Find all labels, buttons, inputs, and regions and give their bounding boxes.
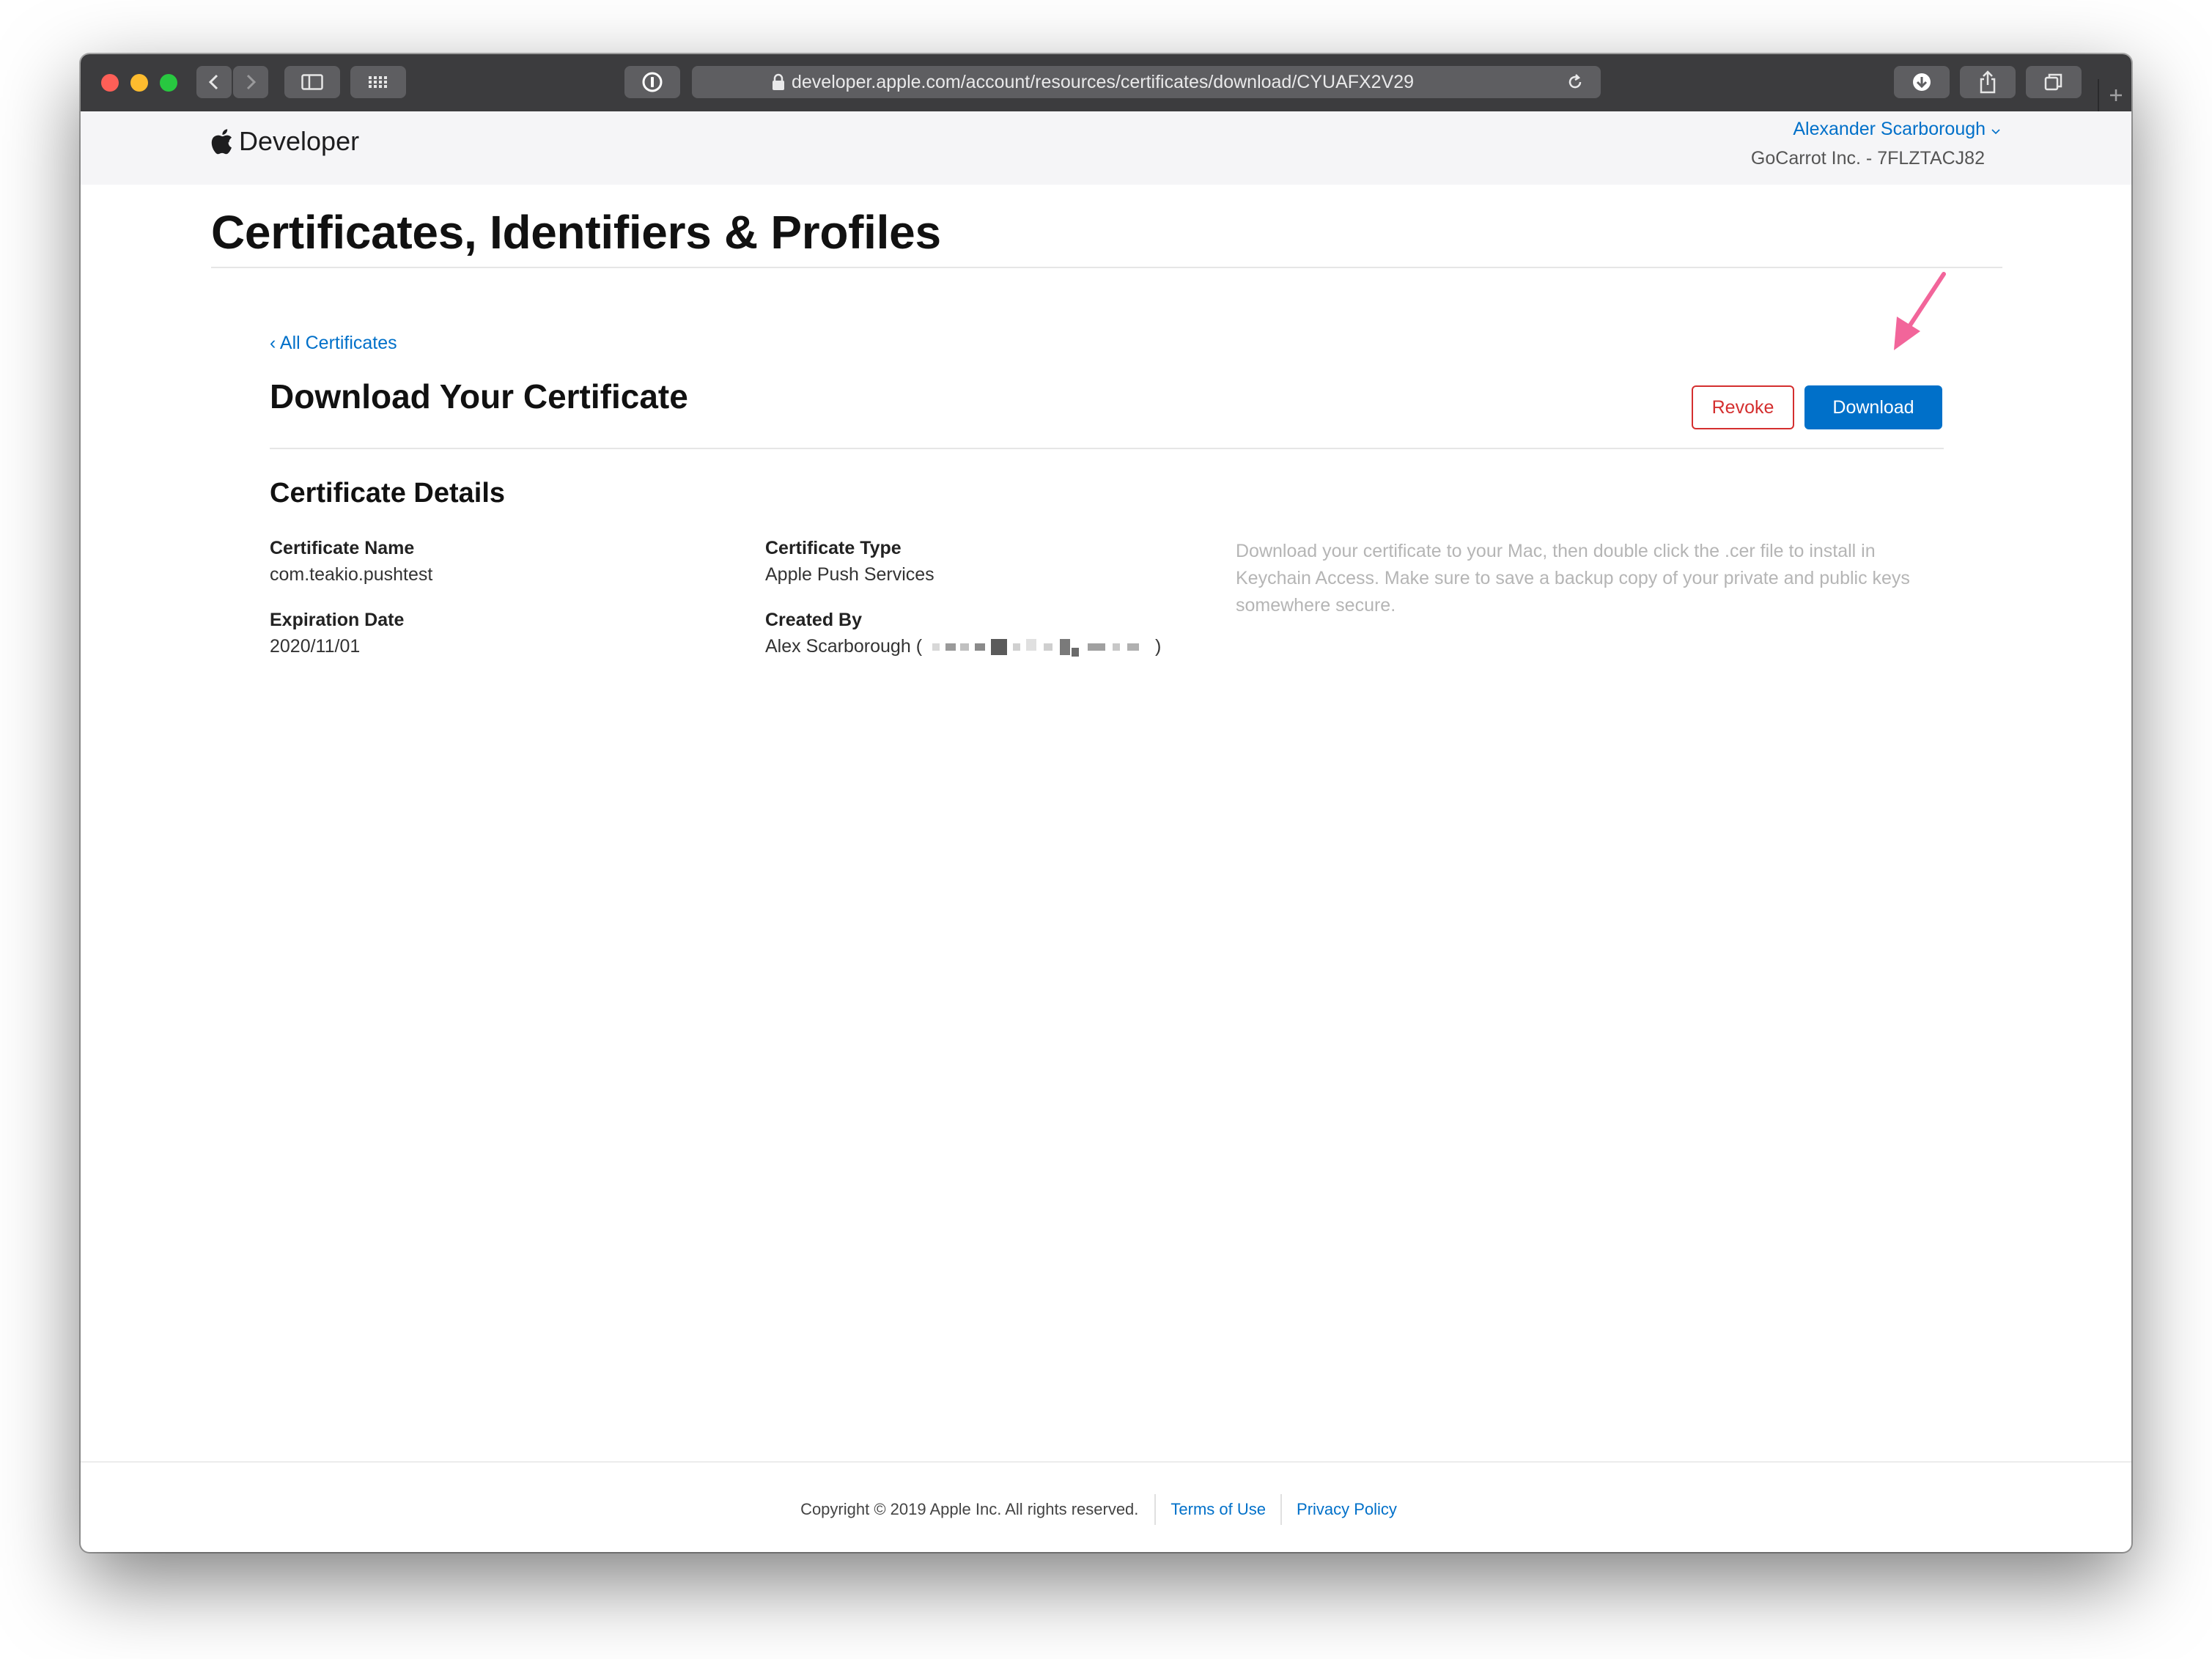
chevron-down-icon	[1991, 129, 2000, 135]
certificate-type-label: Certificate Type	[765, 538, 902, 558]
revoke-button[interactable]: Revoke	[1692, 385, 1794, 429]
lock-icon	[773, 73, 784, 90]
section-title: Download Your Certificate	[270, 377, 688, 415]
expiration-date-label: Expiration Date	[270, 610, 405, 630]
plus-icon	[2110, 89, 2122, 101]
tabs-overview-button[interactable]	[2026, 66, 2082, 98]
team-name: GoCarrot Inc. - 7FLZTACJ82	[1750, 148, 1985, 169]
forward-button[interactable]	[233, 66, 268, 98]
account-name: Alexander Scarborough	[1793, 119, 1986, 139]
annotation-arrow	[1894, 272, 1946, 350]
footer: Copyright © 2019 Apple Inc. All rights r…	[81, 1494, 2131, 1525]
download-button[interactable]: Download	[1804, 385, 1942, 429]
footer-divider	[81, 1461, 2131, 1463]
redacted-email	[925, 639, 1152, 657]
download-icon	[1913, 73, 1931, 91]
divider	[270, 448, 1944, 449]
certificate-name-label: Certificate Name	[270, 538, 415, 558]
browser-toolbar: developer.apple.com/account/resources/ce…	[81, 54, 2131, 113]
share-icon	[1980, 70, 1996, 94]
zoom-window-button[interactable]	[160, 74, 177, 92]
created-by-name: Alex Scarborough	[765, 636, 911, 657]
copyright: Copyright © 2019 Apple Inc. All rights r…	[800, 1500, 1139, 1518]
download-instructions: Download your certificate to your Mac, t…	[1236, 541, 1910, 616]
tabs-icon	[2044, 73, 2062, 91]
paren-open: (	[915, 636, 923, 657]
details-title: Certificate Details	[270, 478, 506, 509]
new-tab-button[interactable]	[2098, 79, 2131, 111]
password-button[interactable]	[624, 66, 680, 98]
grid-icon	[369, 76, 387, 88]
chevron-right-icon	[246, 74, 257, 90]
site-header: Developer Alexander Scarborough GoCarrot…	[81, 111, 2131, 185]
paren-close: )	[1155, 636, 1162, 657]
apple-logo-icon	[211, 129, 232, 155]
address-bar[interactable]: developer.apple.com/account/resources/ce…	[692, 66, 1601, 98]
divider	[211, 267, 2002, 268]
chevron-left-icon	[208, 74, 218, 90]
privacy-policy-link[interactable]: Privacy Policy	[1282, 1500, 1412, 1519]
certificate-type-value: Apple Push Services	[765, 564, 934, 585]
created-by-label: Created By	[765, 610, 862, 630]
browser-window: developer.apple.com/account/resources/ce…	[81, 54, 2131, 1552]
reload-icon[interactable]	[1566, 73, 1585, 92]
all-certificates-link[interactable]: ‹ All Certificates	[270, 333, 397, 354]
back-button[interactable]	[196, 66, 232, 98]
share-button[interactable]	[1960, 66, 2016, 98]
top-sites-button[interactable]	[350, 66, 406, 98]
password-key-icon	[642, 72, 663, 92]
certificate-name-value: com.teakio.pushtest	[270, 564, 433, 585]
created-by-value: Alex Scarborough ( )	[765, 636, 1161, 657]
developer-logo[interactable]: Developer	[211, 126, 359, 157]
logo-text: Developer	[239, 126, 360, 156]
terms-of-use-link[interactable]: Terms of Use	[1156, 1500, 1280, 1519]
sidebar-button[interactable]	[284, 66, 340, 98]
sidebar-icon	[301, 74, 323, 90]
url-text: developer.apple.com/account/resources/ce…	[792, 72, 1415, 92]
page-title: Certificates, Identifiers & Profiles	[211, 206, 941, 259]
expiration-date-value: 2020/11/01	[270, 636, 361, 657]
minimize-window-button[interactable]	[130, 74, 148, 92]
downloads-button[interactable]	[1894, 66, 1950, 98]
close-window-button[interactable]	[101, 74, 119, 92]
account-menu[interactable]: Alexander Scarborough	[1793, 119, 2001, 140]
